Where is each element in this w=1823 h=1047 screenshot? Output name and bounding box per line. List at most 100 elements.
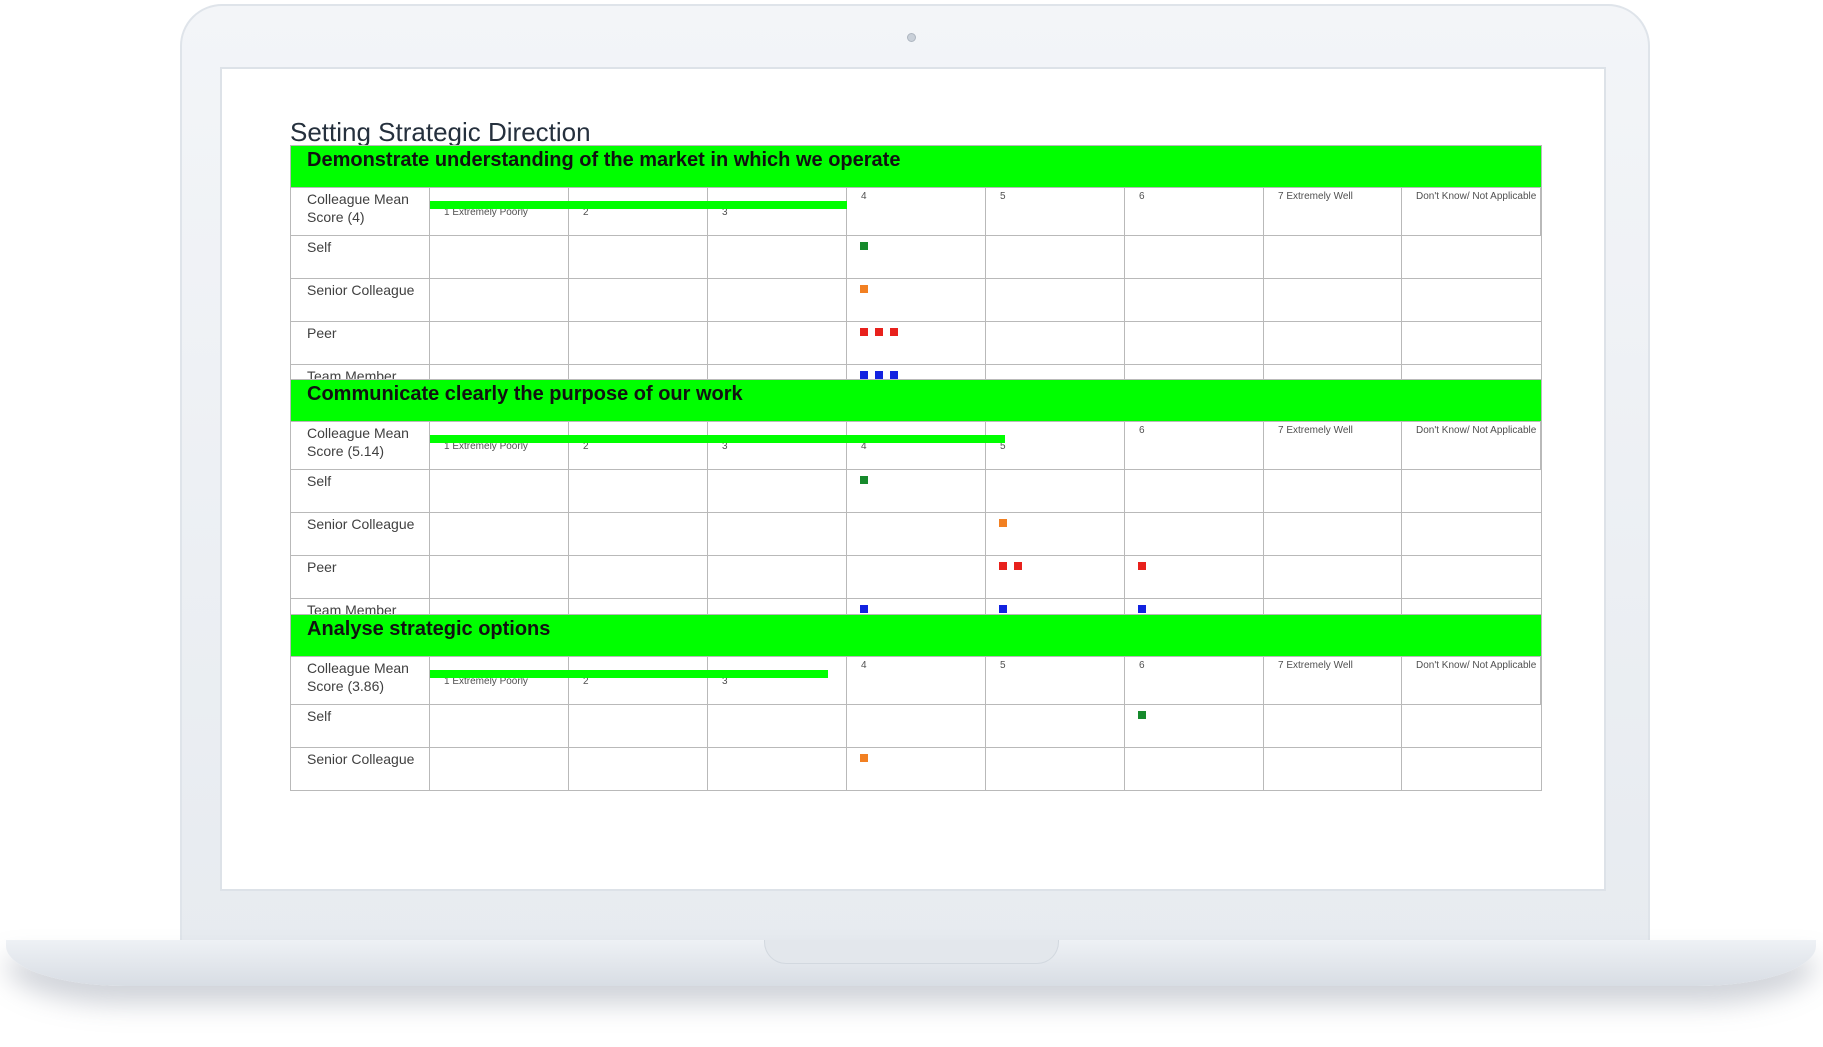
rating-marker (1138, 711, 1146, 719)
scale-label: 7 Extremely Well (1278, 425, 1353, 436)
scale-label: 5 (1000, 660, 1006, 671)
scale-cell: 6 (1125, 657, 1264, 704)
scale-cell: 2 (569, 422, 708, 469)
rating-cell (1264, 236, 1402, 278)
rating-marker (860, 242, 868, 250)
mean-score-bar (430, 670, 828, 678)
respondent-row: Self (291, 705, 1541, 748)
rating-cell (708, 556, 847, 598)
scale-label: 6 (1139, 425, 1145, 436)
rating-marker (875, 371, 883, 379)
rating-marker (860, 371, 868, 379)
rating-markers (860, 328, 898, 336)
scale-label: 5 (1000, 191, 1006, 202)
scale-cell: 4 (847, 422, 986, 469)
rating-marker (860, 328, 868, 336)
rating-cell (708, 470, 847, 512)
rating-cell (569, 748, 708, 790)
mean-score-label: Colleague Mean Score (5.14) (291, 422, 430, 469)
rating-cell (847, 279, 986, 321)
scale-cell: 3 (708, 188, 847, 235)
scale-label: 4 (861, 660, 867, 671)
rating-cell (430, 748, 569, 790)
rating-cell (430, 470, 569, 512)
rating-markers (1138, 562, 1146, 570)
respondent-row: Peer (291, 322, 1541, 365)
scale-label: Don't Know/ Not Applicable (1416, 425, 1537, 436)
rating-cell (986, 470, 1125, 512)
rating-marker (999, 605, 1007, 613)
rating-cell (1264, 279, 1402, 321)
mean-score-row: Colleague Mean Score (5.14) 1 Extremely P… (291, 422, 1541, 470)
rating-cell (1402, 279, 1541, 321)
respondent-label: Senior Colleague (291, 513, 430, 555)
rating-cell (430, 236, 569, 278)
rating-cell (708, 748, 847, 790)
respondent-label: Senior Colleague (291, 748, 430, 790)
rating-markers (860, 242, 868, 250)
rating-cell (569, 236, 708, 278)
rating-cell (569, 513, 708, 555)
rating-cell (430, 705, 569, 747)
rating-marker (860, 285, 868, 293)
rating-cell (986, 705, 1125, 747)
scale-cell: 3 (708, 657, 847, 704)
rating-markers (1138, 711, 1146, 719)
rating-cell (1125, 705, 1264, 747)
rating-markers (999, 519, 1007, 527)
rating-markers (999, 605, 1007, 613)
rating-cell (1125, 513, 1264, 555)
scale-cell: 7 Extremely Well (1264, 657, 1402, 704)
respondent-row: Senior Colleague (291, 279, 1541, 322)
rating-cell (1264, 748, 1402, 790)
scale-label: 7 Extremely Well (1278, 660, 1353, 671)
rating-cell (708, 279, 847, 321)
rating-cell (1125, 748, 1264, 790)
webcam-icon (907, 33, 916, 42)
page-title: Setting Strategic Direction (290, 117, 591, 147)
rating-cell (569, 470, 708, 512)
mean-score-row: Colleague Mean Score (4) 1 Extremely Poor… (291, 188, 1541, 236)
rating-section: Communicate clearly the purpose of our w… (290, 379, 1542, 642)
rating-cell (569, 279, 708, 321)
rating-cell (430, 279, 569, 321)
rating-cell (430, 322, 569, 364)
scale-cell: 1 Extremely Poorly (430, 657, 569, 704)
rating-cell (847, 705, 986, 747)
respondent-row: Self (291, 470, 1541, 513)
respondent-row: Senior Colleague (291, 748, 1541, 790)
rating-section: Demonstrate understanding of the market … (290, 145, 1542, 408)
section-header: Analyse strategic options (291, 615, 1541, 657)
scale-label: Don't Know/ Not Applicable (1416, 191, 1537, 202)
rating-cell (986, 556, 1125, 598)
scale-cell: 3 (708, 422, 847, 469)
rating-markers (860, 605, 868, 613)
rating-cell (1402, 322, 1541, 364)
scale-cell: 6 (1125, 188, 1264, 235)
rating-cell (1264, 470, 1402, 512)
rating-cell (986, 322, 1125, 364)
respondent-label: Self (291, 705, 430, 747)
rating-cell (1402, 556, 1541, 598)
rating-cell (430, 556, 569, 598)
rating-marker (1138, 605, 1146, 613)
rating-cell (1402, 513, 1541, 555)
rating-section: Analyse strategic options Colleague Mean … (290, 614, 1542, 791)
scale-cell: 4 (847, 657, 986, 704)
rating-marker (999, 562, 1007, 570)
scale-cell: 2 (569, 188, 708, 235)
rating-marker (1014, 562, 1022, 570)
rating-cell (708, 705, 847, 747)
rating-cell (847, 470, 986, 512)
rating-marker (890, 328, 898, 336)
mean-score-label: Colleague Mean Score (3.86) (291, 657, 430, 704)
rating-cell (986, 279, 1125, 321)
scale-label: Don't Know/ Not Applicable (1416, 660, 1537, 671)
scale-label: 4 (861, 191, 867, 202)
scale-cell: 7 Extremely Well (1264, 422, 1402, 469)
section-header: Demonstrate understanding of the market … (291, 146, 1541, 188)
scale-cell: Don't Know/ Not Applicable (1402, 188, 1541, 235)
scale-cell: 4 (847, 188, 986, 235)
rating-marker (875, 328, 883, 336)
scale-label: 7 Extremely Well (1278, 191, 1353, 202)
